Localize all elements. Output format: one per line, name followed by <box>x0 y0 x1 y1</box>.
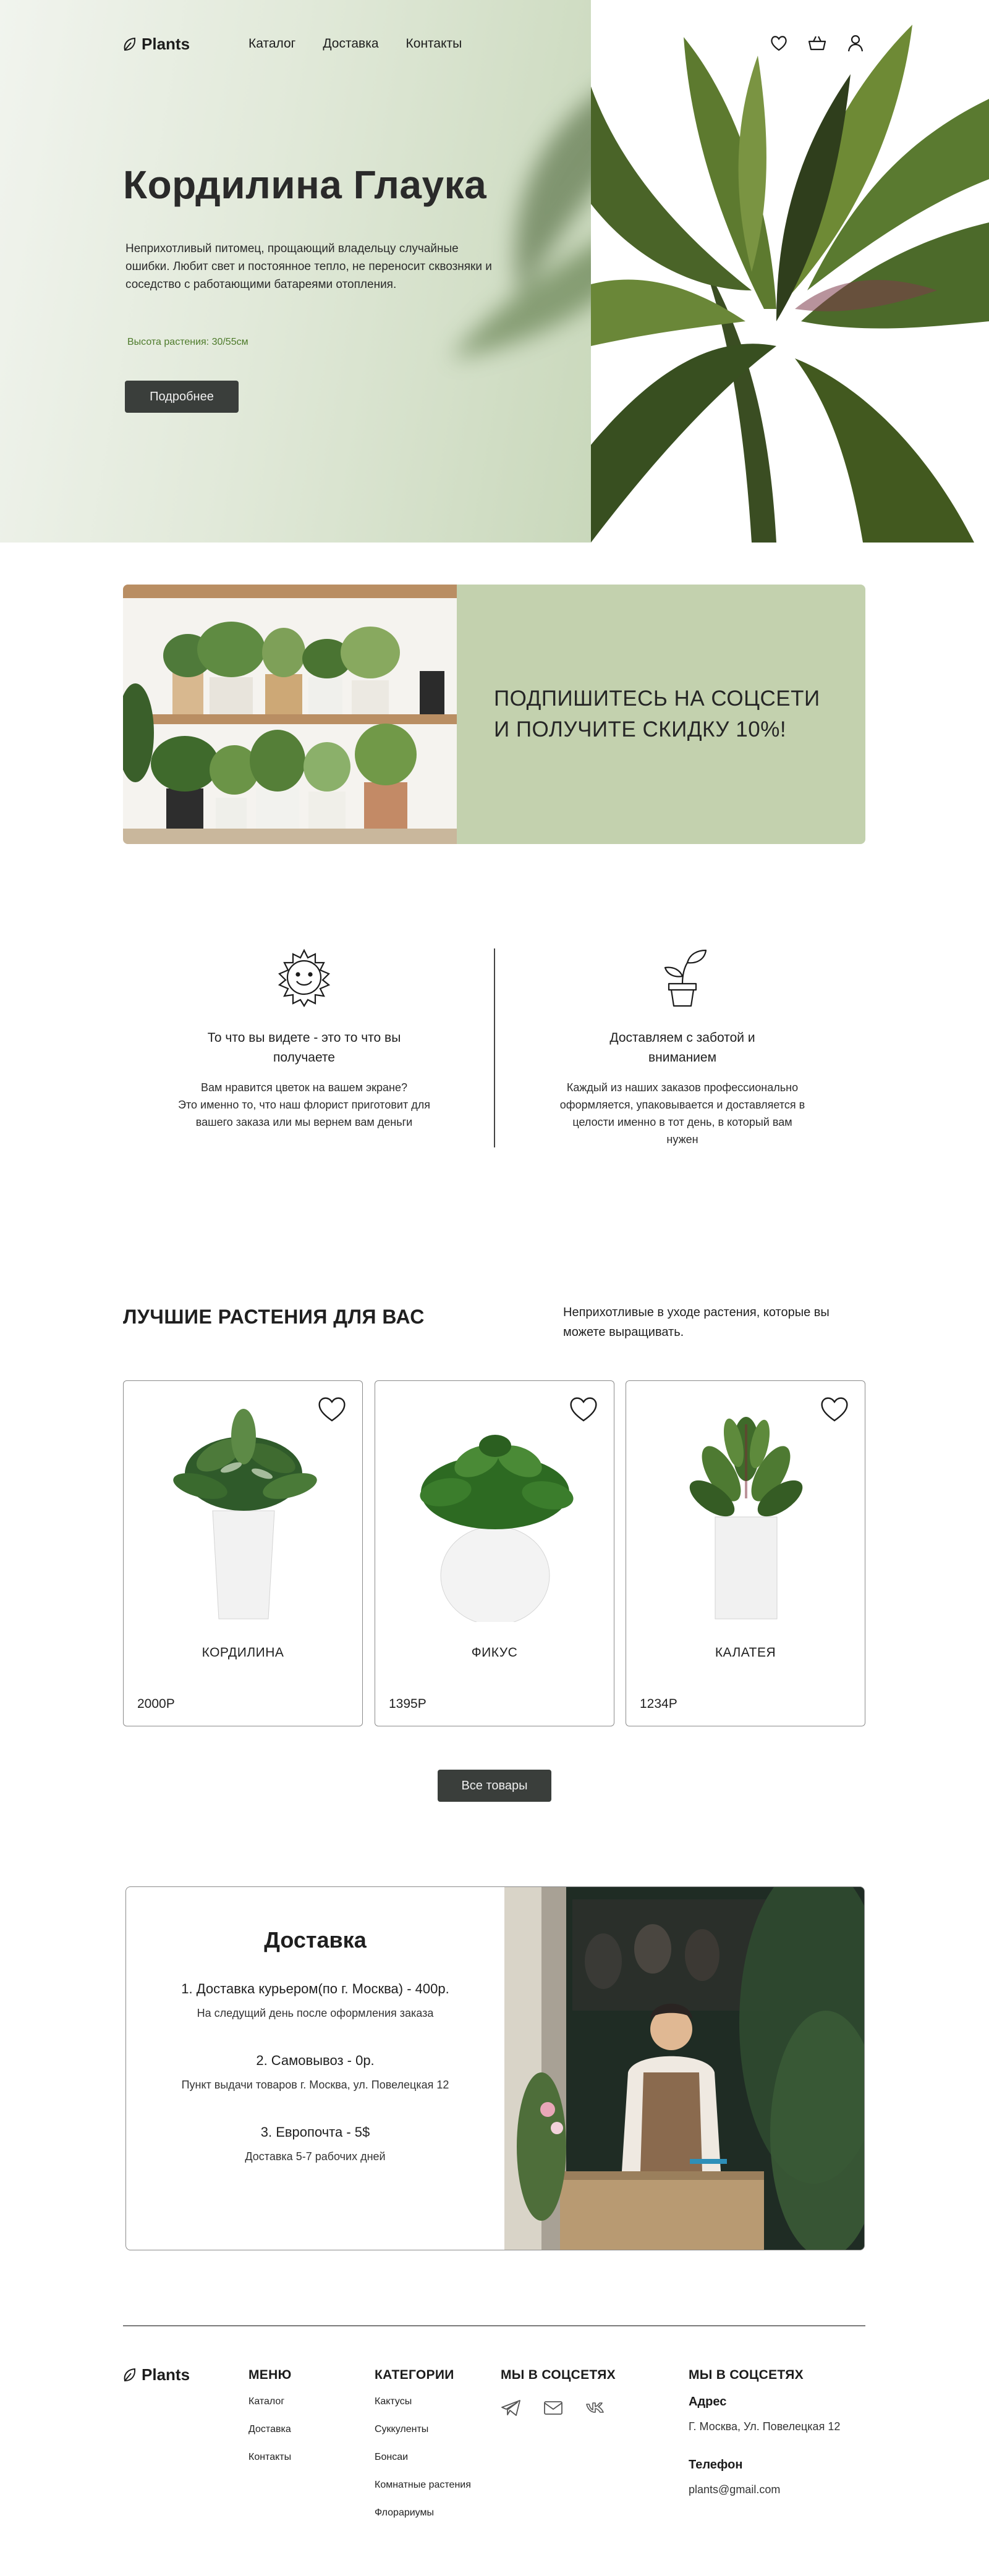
footer-category-florariums[interactable]: Флорариумы <box>375 2507 471 2535</box>
top-navigation: Plants Каталог Доставка Контакты <box>0 0 989 93</box>
feature-text-line: Каждый из наших заказов профессионально <box>566 1081 799 1094</box>
footer-social: МЫ В СОЦСЕТЯХ <box>501 2368 616 2420</box>
product-card[interactable]: КОРДИЛИНА 2000Р <box>123 1380 363 1726</box>
florist-photo <box>504 1887 864 2250</box>
heart-icon[interactable] <box>769 33 789 53</box>
product-name: КАЛАТЕЯ <box>715 1645 776 1660</box>
product-price: 2000Р <box>137 1697 175 1711</box>
feature-title-line: Доставляем с заботой и <box>609 1031 755 1045</box>
footer-link-contacts[interactable]: Контакты <box>248 2452 292 2480</box>
hero-section: Plants Каталог Доставка Контакты Кордили… <box>0 0 989 543</box>
feature-text-line: вашего заказа или мы вернем вам деньги <box>195 1116 413 1128</box>
product-price: 1395Р <box>389 1697 427 1711</box>
plant-height-label: Высота растения: 30/55см <box>127 337 248 347</box>
product-name: ФИКУС <box>471 1645 518 1660</box>
footer-link-catalog[interactable]: Каталог <box>248 2396 292 2424</box>
leaf-icon <box>124 2368 136 2381</box>
basket-icon[interactable] <box>807 33 827 53</box>
footer-contacts: МЫ В СОЦСЕТЯХ Адрес Г. Москва, Ул. Повел… <box>689 2368 840 2496</box>
phone-label: Телефон <box>689 2458 743 2472</box>
promo-line-1: ПОДПИШИТЕСЬ НА СОЦСЕТИ <box>494 686 820 711</box>
nav-link-contacts[interactable]: Контакты <box>406 36 462 51</box>
hero-description: Неприхотливый питомец, прощающий владель… <box>125 242 492 291</box>
nav-link-delivery[interactable]: Доставка <box>323 36 378 51</box>
delivery-title: Доставка <box>264 1927 367 1953</box>
cordyline-pot-image <box>173 1409 317 1620</box>
footer-menu: МЕНЮ Каталог Доставка Контакты <box>248 2368 292 2480</box>
product-card[interactable]: КАЛАТЕЯ 1234Р <box>626 1380 865 1726</box>
address-label: Адрес <box>689 2395 727 2409</box>
product-name: КОРДИЛИНА <box>202 1645 284 1660</box>
promo-text: ПОДПИШИТЕСЬ НА СОЦСЕТИ И ПОЛУЧИТЕ СКИДКУ… <box>494 683 840 745</box>
vk-icon[interactable] <box>585 2399 606 2420</box>
feature-text-line: Это именно то, что наш флорист приготови… <box>178 1099 430 1111</box>
feature-text-line: нужен <box>666 1133 698 1146</box>
potted-plant-icon <box>664 949 707 1007</box>
product-card[interactable]: ФИКУС 1395Р <box>375 1380 614 1726</box>
all-products-button[interactable]: Все товары <box>438 1770 551 1802</box>
footer-category-houseplants[interactable]: Комнатные растения <box>375 2480 471 2507</box>
feature-text: Вам нравится цветок на вашем экране? Это… <box>143 1079 465 1131</box>
footer-divider <box>123 2325 865 2326</box>
delivery-option-title: 3. Европочта - 5$ <box>260 2124 370 2140</box>
ficus-pot-image <box>420 1435 574 1622</box>
footer-logo[interactable]: Plants <box>123 2365 190 2384</box>
footer-social-heading: МЫ В СОЦСЕТЯХ <box>501 2368 616 2382</box>
product-price: 1234Р <box>640 1697 677 1711</box>
footer-categories: КАТЕГОРИИ Кактусы Суккуленты Бонсаи Комн… <box>375 2368 471 2535</box>
details-button[interactable]: Подробнее <box>125 381 239 413</box>
address-value: Г. Москва, Ул. Повелецкая 12 <box>689 2420 841 2433</box>
feature-text-line: целости именно в тот день, в который вам <box>572 1116 792 1128</box>
footer-logo-text: Plants <box>142 2365 190 2384</box>
plants-shelf-photo <box>123 585 457 844</box>
feature-title-line: То что вы видете - это то что вы <box>207 1031 401 1045</box>
feature-what-you-see: То что вы видете - это то что вы получае… <box>143 945 465 1131</box>
logo-text: Plants <box>142 35 190 53</box>
hero-title: Кордилина Глаука <box>123 163 487 207</box>
footer-category-succulents[interactable]: Суккуленты <box>375 2424 471 2452</box>
delivery-section: Доставка 1. Доставка курьером(по г. Моск… <box>125 1886 865 2250</box>
footer-categories-heading: КАТЕГОРИИ <box>375 2368 454 2382</box>
section-subtitle: Неприхотливые в уходе растения, которые … <box>563 1306 830 1339</box>
telegram-icon[interactable] <box>501 2399 522 2420</box>
nav-icons <box>769 33 865 53</box>
delivery-option-note: На следущий день после оформления заказа <box>197 2007 434 2019</box>
nav-links: Каталог Доставка Контакты <box>248 36 462 51</box>
feature-title: Доставляем с заботой и вниманием <box>522 1028 843 1068</box>
feature-text-line: Вам нравится цветок на вашем экране? <box>201 1081 407 1094</box>
calathea-pot-image <box>689 1417 803 1620</box>
delivery-option-note: Пункт выдачи товаров г. Москва, ул. Пове… <box>181 2079 449 2091</box>
feature-title-line: получаете <box>273 1050 335 1065</box>
delivery-info: Доставка 1. Доставка курьером(по г. Моск… <box>126 1887 504 2250</box>
promo-line-2: И ПОЛУЧИТЕ СКИДКУ 10%! <box>494 717 787 741</box>
feature-divider <box>494 948 495 1147</box>
subscribe-promo-banner[interactable]: ПОДПИШИТЕСЬ НА СОЦСЕТИ И ПОЛУЧИТЕ СКИДКУ… <box>123 585 865 844</box>
delivery-option-note: Доставка 5-7 рабочих дней <box>245 2150 386 2163</box>
footer-category-bonsai[interactable]: Бонсаи <box>375 2452 471 2480</box>
feature-delivery-care: Доставляем с заботой и вниманием Каждый … <box>522 945 843 1148</box>
delivery-option: 3. Европочта - 5$ Доставка 5-7 рабочих д… <box>126 2124 504 2163</box>
feature-title-line: вниманием <box>648 1050 717 1065</box>
email-link[interactable]: plants@gmail.com <box>689 2483 840 2496</box>
footer-menu-heading: МЕНЮ <box>248 2368 292 2382</box>
feature-title: То что вы видете - это то что вы получае… <box>143 1028 465 1068</box>
delivery-option-title: 1. Доставка курьером(по г. Москва) - 400… <box>181 1981 449 1996</box>
feature-text: Каждый из наших заказов профессионально … <box>522 1079 843 1148</box>
footer-category-cacti[interactable]: Кактусы <box>375 2396 471 2424</box>
footer-contacts-heading: МЫ В СОЦСЕТЯХ <box>689 2368 804 2382</box>
logo[interactable]: Plants <box>123 35 190 54</box>
user-icon[interactable] <box>846 33 865 53</box>
nav-link-catalog[interactable]: Каталог <box>248 36 295 51</box>
section-title: ЛУЧШИЕ РАСТЕНИЯ ДЛЯ ВАС <box>123 1306 425 1328</box>
leaf-icon <box>124 37 136 51</box>
sun-icon <box>278 948 331 1008</box>
delivery-option-title: 2. Самовывоз - 0р. <box>256 2053 375 2068</box>
footer-link-delivery[interactable]: Доставка <box>248 2424 292 2452</box>
feature-text-line: оформляется, упаковывается и доставляетс… <box>559 1099 805 1111</box>
delivery-option: 2. Самовывоз - 0р. Пункт выдачи товаров … <box>126 2053 504 2092</box>
delivery-option: 1. Доставка курьером(по г. Москва) - 400… <box>126 1981 504 2020</box>
mail-icon[interactable] <box>543 2399 564 2420</box>
